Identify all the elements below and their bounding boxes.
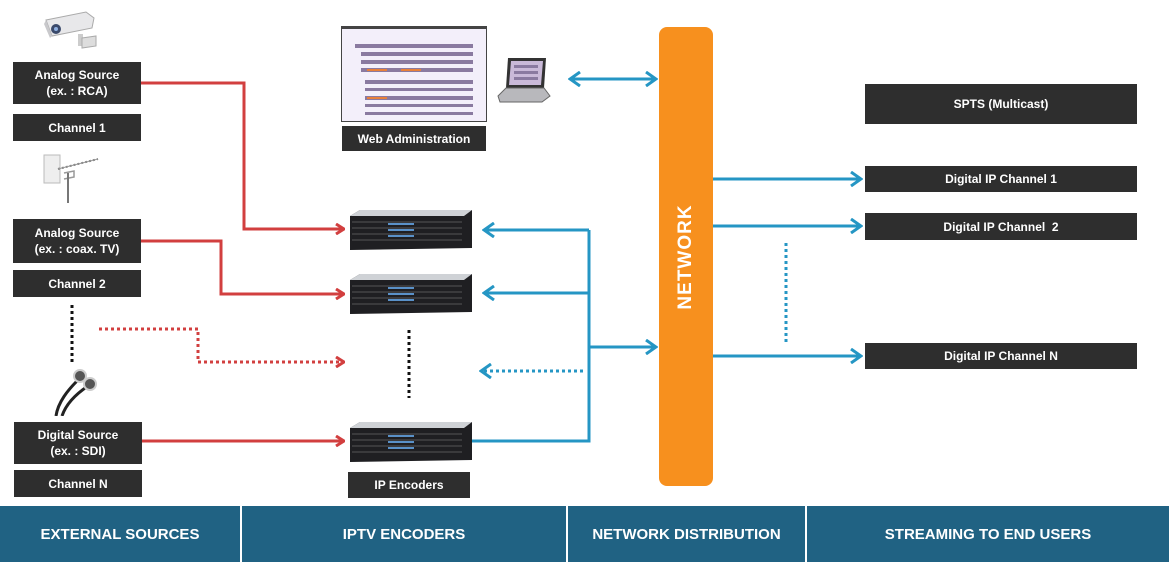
stage-external-sources: EXTERNAL SOURCES (0, 506, 242, 562)
security-camera-icon (44, 11, 97, 49)
encoder-2-icon (350, 274, 472, 314)
stage-network-distribution: NETWORK DISTRIBUTION (568, 506, 807, 562)
source-2-subtitle: (ex. : coax. TV) (34, 242, 120, 256)
output-channel-1: Digital IP Channel 1 (865, 166, 1137, 192)
sdi-cable-icon (54, 369, 97, 416)
link-source-n-dotted (99, 327, 344, 362)
laptop-icon (497, 58, 551, 103)
network-label: NETWORK (675, 203, 696, 310)
source-n-subtitle: (ex. : SDI) (50, 444, 106, 458)
source-n-label: Digital Source (ex. : SDI) (14, 422, 142, 464)
output-channel-2: Digital IP Channel 2 (865, 213, 1137, 240)
source-2-label: Analog Source (ex. : coax. TV) (13, 219, 141, 263)
source-2-title: Analog Source (34, 226, 120, 240)
source-1-channel: Channel 1 (13, 114, 141, 141)
source-1-title: Analog Source (34, 68, 120, 82)
source-n-title: Digital Source (37, 428, 119, 442)
source-2-channel: Channel 2 (13, 270, 141, 297)
link-source-2 (141, 239, 344, 294)
tv-antenna-icon (43, 154, 99, 203)
source-n-channel: Channel N (14, 470, 142, 497)
link-source-1 (141, 81, 344, 229)
source-1-label: Analog Source (ex. : RCA) (13, 62, 141, 104)
source-1-subtitle: (ex. : RCA) (46, 84, 108, 98)
web-admin-label: Web Administration (342, 126, 486, 151)
network-bar: NETWORK (659, 27, 713, 486)
web-admin-screenshot (341, 26, 487, 122)
stage-footer: EXTERNAL SOURCES IPTV ENCODERS NETWORK D… (0, 506, 1169, 562)
encoders-label: IP Encoders (348, 472, 470, 498)
encoder-1-icon (350, 210, 472, 250)
output-channel-n: Digital IP Channel N (865, 343, 1137, 369)
encoder-n-icon (350, 422, 472, 462)
bus-encoders (472, 230, 591, 443)
stage-streaming-end-users: STREAMING TO END USERS (807, 506, 1169, 562)
stage-iptv-encoders: IPTV ENCODERS (242, 506, 568, 562)
spts-multicast-label: SPTS (Multicast) (865, 84, 1137, 124)
